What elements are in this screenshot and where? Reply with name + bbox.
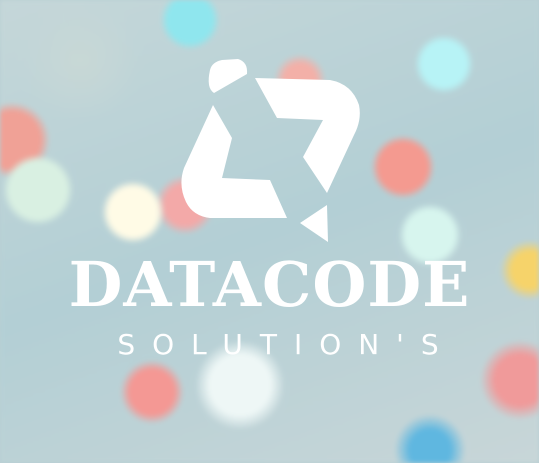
logo-right-shape — [255, 78, 360, 193]
logo-dot-shape — [208, 59, 248, 93]
logo-mark-icon — [181, 59, 360, 242]
brand-name: DATACODE — [68, 248, 471, 321]
brand-tagline: SOLUTION'S — [117, 328, 456, 361]
logo-left-shape — [181, 105, 287, 218]
logo-triangle-shape — [300, 205, 328, 242]
